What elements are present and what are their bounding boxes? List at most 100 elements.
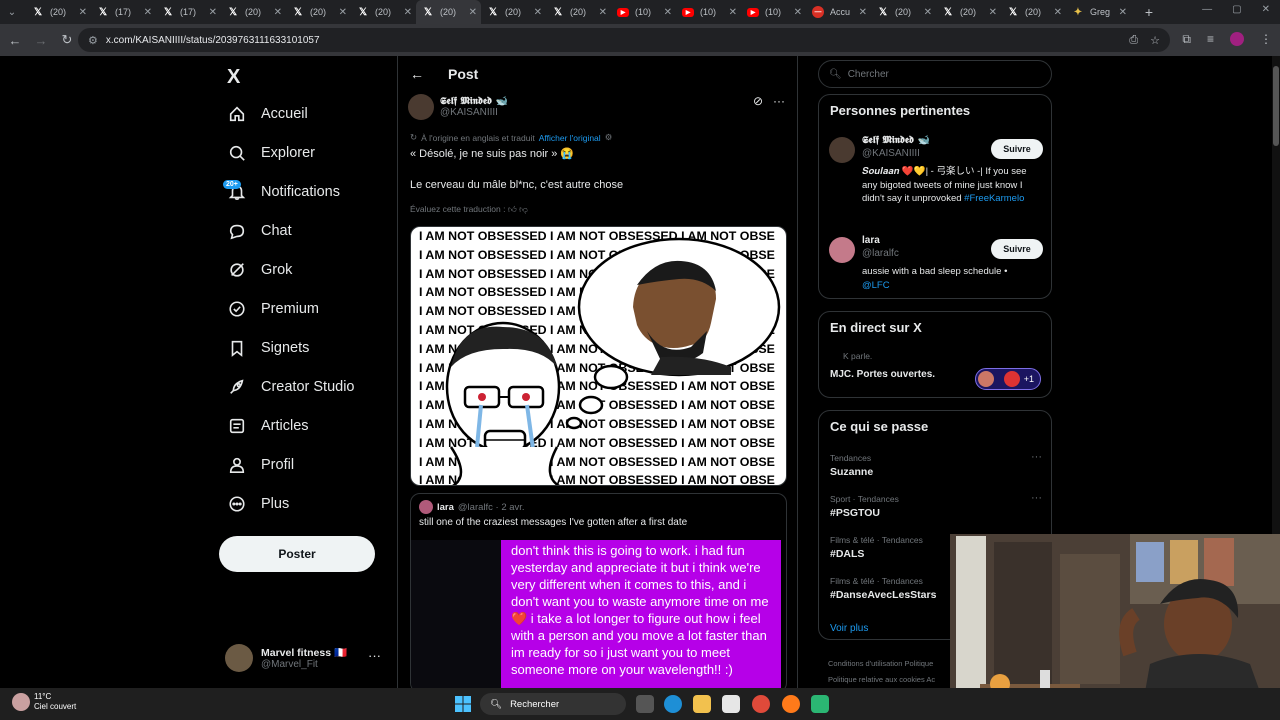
sidebar-item-plus[interactable]: Plus — [219, 488, 394, 520]
mention-link[interactable]: @LFC — [862, 280, 890, 291]
avatar[interactable] — [408, 94, 434, 120]
close-tab-icon[interactable]: ✕ — [794, 7, 802, 18]
taskbar-search[interactable]: 🔍︎ Rechercher — [480, 693, 626, 715]
show-original-link[interactable]: Afficher l'original — [539, 133, 601, 143]
more-icon[interactable]: ··· — [368, 648, 381, 663]
firefox-icon[interactable] — [782, 695, 800, 713]
thumbs-up-icon[interactable]: 👍︎ — [508, 204, 517, 214]
browser-tab[interactable]: 𝕏 (20) ✕ — [221, 0, 286, 24]
new-tab-button[interactable]: + — [1139, 4, 1159, 20]
quoted-post[interactable]: lara @laralfc · 2 avr. still one of the … — [410, 493, 787, 688]
x-logo-icon[interactable]: X — [227, 66, 240, 89]
author-handle[interactable]: @KAISANIIII — [440, 107, 508, 118]
site-info-icon[interactable]: ⚙ — [88, 34, 98, 47]
close-tab-icon[interactable]: ✕ — [859, 7, 867, 18]
post-image[interactable]: I AM NOT OBSESSED I AM NOT OBSESSED I AM… — [410, 226, 787, 486]
close-tab-icon[interactable]: ✕ — [1119, 7, 1127, 18]
close-tab-icon[interactable]: ✕ — [1054, 7, 1062, 18]
back-icon[interactable]: ← — [4, 33, 26, 48]
close-tab-icon[interactable]: ✕ — [729, 7, 737, 18]
browser-tab[interactable]: ▶ (10) ✕ — [611, 0, 676, 24]
browser-tab[interactable]: ✦ Greg ✕ — [1066, 0, 1131, 24]
close-tab-icon[interactable]: ✕ — [404, 7, 412, 18]
settings-icon[interactable]: ⚙ — [605, 132, 613, 143]
account-switcher[interactable]: Marvel fitness 🇫🇷 @Marvel_Fit ··· — [225, 642, 395, 674]
follow-button[interactable]: Suivre — [991, 139, 1043, 159]
install-app-icon[interactable]: ⎙ — [1129, 34, 1138, 47]
extensions-icon[interactable]: ⧉ — [1182, 32, 1191, 47]
profile-avatar[interactable] — [1230, 32, 1244, 46]
follow-button[interactable]: Suivre — [991, 239, 1043, 259]
trend-item[interactable]: Sport · Tendances #PSGTOU ··· — [830, 492, 1042, 519]
more-icon[interactable]: ··· — [773, 94, 785, 108]
close-tab-icon[interactable]: ✕ — [274, 7, 282, 18]
post-author[interactable]: 𝕾𝖊𝖑𝖋 𝕸𝖎𝖓𝖉𝖊𝖉 🐋 @KAISANIIII — [408, 94, 508, 120]
browser-tab[interactable]: 𝕏 (17) ✕ — [91, 0, 156, 24]
browser-tab[interactable]: 𝕏 (20) ✕ — [26, 0, 91, 24]
weather-widget[interactable]: 11°C Ciel couvert — [12, 692, 76, 712]
close-tab-icon[interactable]: ✕ — [989, 7, 997, 18]
browser-tab[interactable]: 𝕏 (20) ✕ — [546, 0, 611, 24]
sidebar-item-accueil[interactable]: Accueil — [219, 98, 394, 130]
browser-tab[interactable]: 𝕏 (20) ✕ — [416, 0, 481, 24]
browser-menu-icon[interactable]: ⋮ — [1260, 32, 1272, 47]
sidebar-item-notifications[interactable]: 20+ Notifications — [219, 176, 394, 208]
browser-tab[interactable]: 𝕏 (20) ✕ — [286, 0, 351, 24]
footer-link[interactable]: Conditions d'utilisation Politique — [828, 656, 935, 672]
sidebar-item-profil[interactable]: Profil — [219, 449, 394, 481]
store-icon[interactable] — [722, 695, 740, 713]
thumbs-down-icon[interactable]: 👎︎ — [519, 204, 528, 214]
browser-tab[interactable]: ▶ (10) ✕ — [741, 0, 806, 24]
search-input[interactable]: 🔍︎ Chercher — [818, 60, 1052, 88]
more-icon[interactable]: ··· — [1031, 451, 1042, 463]
tab-list-chevron-icon[interactable]: ⌄ — [4, 7, 20, 18]
close-tab-icon[interactable]: ✕ — [469, 7, 477, 18]
chrome-icon[interactable] — [752, 695, 770, 713]
browser-tab[interactable]: 𝕏 (20) ✕ — [936, 0, 1001, 24]
browser-tab[interactable]: 𝕏 (20) ✕ — [351, 0, 416, 24]
sidebar-item-signets[interactable]: Signets — [219, 332, 394, 364]
browser-tab[interactable]: ▶ (10) ✕ — [676, 0, 741, 24]
close-tab-icon[interactable]: ✕ — [339, 7, 347, 18]
grok-icon[interactable]: ⊘ — [753, 94, 763, 108]
show-more-link[interactable]: Voir plus — [830, 623, 868, 634]
back-arrow-icon[interactable]: ← — [410, 66, 424, 82]
sidebar-item-premium[interactable]: Premium — [219, 293, 394, 325]
avatar[interactable] — [829, 237, 855, 263]
close-window-icon[interactable]: ✕ — [1262, 4, 1270, 15]
sidebar-item-creator-studio[interactable]: Creator Studio — [219, 371, 394, 403]
hashtag-link[interactable]: #FreeKarmelo — [964, 193, 1024, 204]
live-card[interactable]: En direct sur X K parle. MJC. Portes ouv… — [818, 311, 1052, 398]
close-tab-icon[interactable]: ✕ — [599, 7, 607, 18]
post-button[interactable]: Poster — [219, 536, 375, 572]
browser-tab[interactable]: 𝕏 (20) ✕ — [1001, 0, 1066, 24]
person-name[interactable]: lara — [862, 235, 880, 246]
close-tab-icon[interactable]: ✕ — [664, 7, 672, 18]
more-icon[interactable]: ··· — [1031, 492, 1042, 504]
app-icon[interactable] — [811, 695, 829, 713]
browser-tab[interactable]: 𝕏 (17) ✕ — [156, 0, 221, 24]
person-name[interactable]: 𝕾𝖊𝖑𝖋 𝕸𝖎𝖓𝖉𝖊𝖉 🐋 — [862, 135, 930, 146]
tab-search-icon[interactable]: ≡ — [1207, 32, 1214, 47]
forward-icon[interactable]: → — [30, 33, 52, 48]
maximize-icon[interactable]: ▢ — [1232, 4, 1241, 15]
scrollbar-thumb[interactable] — [1273, 66, 1279, 146]
browser-tab[interactable]: 𝕏 (20) ✕ — [481, 0, 546, 24]
file-explorer-icon[interactable] — [693, 695, 711, 713]
browser-tab[interactable]: 𝕏 (20) ✕ — [871, 0, 936, 24]
windows-start-icon[interactable] — [455, 696, 471, 712]
sidebar-item-chat[interactable]: Chat — [219, 215, 394, 247]
close-tab-icon[interactable]: ✕ — [534, 7, 542, 18]
author-name[interactable]: 𝕾𝖊𝖑𝖋 𝕸𝖎𝖓𝖉𝖊𝖉 🐋 — [440, 96, 508, 107]
edge-icon[interactable] — [664, 695, 682, 713]
trend-item[interactable]: Tendances Suzanne ··· — [830, 451, 1042, 478]
bookmark-star-icon[interactable]: ☆ — [1150, 34, 1160, 47]
close-tab-icon[interactable]: ✕ — [924, 7, 932, 18]
address-bar[interactable]: ⚙ x.com/KAISANIIII/status/20397631116331… — [78, 28, 1170, 52]
sidebar-item-articles[interactable]: Articles — [219, 410, 394, 442]
footer-link[interactable]: Politique relative aux cookies Ac — [828, 672, 935, 688]
browser-tab[interactable]: — Accu ✕ — [806, 0, 871, 24]
avatar[interactable] — [829, 137, 855, 163]
close-tab-icon[interactable]: ✕ — [144, 7, 152, 18]
sidebar-item-grok[interactable]: Grok — [219, 254, 394, 286]
